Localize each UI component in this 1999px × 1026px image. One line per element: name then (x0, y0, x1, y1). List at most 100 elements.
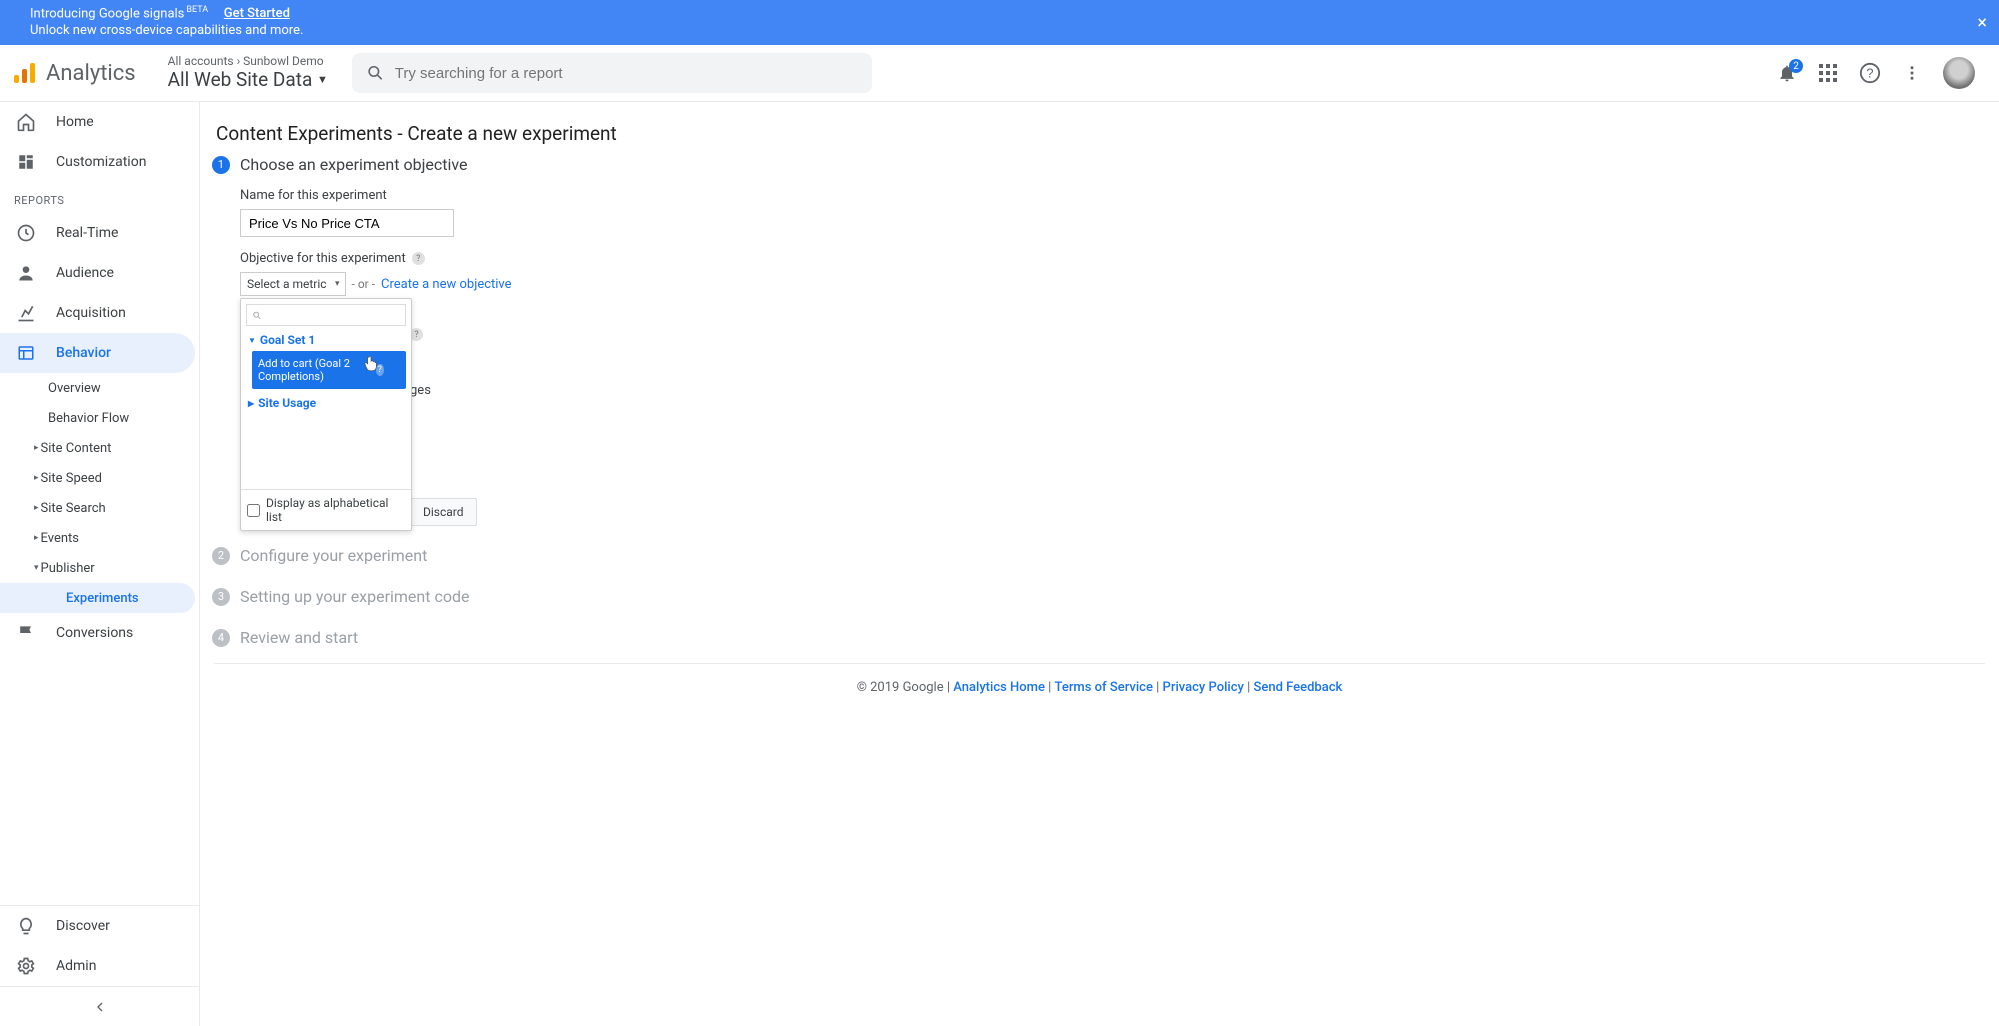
help-icon: ? (1859, 62, 1881, 84)
banner-title: Introducing Google signals (30, 6, 184, 21)
customization-icon (14, 150, 38, 174)
nav-site-search[interactable]: ▸Site Search (0, 493, 195, 523)
nav-discover[interactable]: Discover (0, 906, 195, 946)
nav-behavior-overview[interactable]: Overview (0, 373, 195, 403)
footer-feedback[interactable]: Send Feedback (1254, 680, 1343, 695)
apps-button[interactable] (1819, 64, 1837, 82)
nav-site-content[interactable]: ▸Site Content (0, 433, 195, 463)
step-label-2: Configure your experiment (240, 546, 427, 565)
caret-icon: ▸ (34, 443, 39, 453)
dropdown-group-goalset1[interactable]: ▼Goal Set 1 (246, 329, 406, 351)
dropdown-search[interactable] (246, 304, 406, 326)
step-badge-4: 4 (212, 629, 230, 647)
analytics-logo[interactable]: Analytics (10, 59, 136, 87)
search-icon (252, 310, 262, 321)
footer-privacy[interactable]: Privacy Policy (1163, 680, 1244, 695)
page-title: Content Experiments - Create a new exper… (216, 122, 1985, 145)
step-label-1: Choose an experiment objective (240, 155, 468, 174)
caret-right-icon: ▶ (248, 399, 254, 408)
nav-conversions[interactable]: Conversions (0, 613, 195, 653)
nav-admin[interactable]: Admin (0, 946, 195, 986)
caret-down-icon: ▼ (248, 336, 256, 345)
analytics-logo-icon (10, 59, 38, 87)
caret-icon: ▸ (34, 473, 39, 483)
nav-experiments[interactable]: Experiments (0, 583, 195, 613)
nav-publisher[interactable]: ▾Publisher (0, 553, 195, 583)
step-3[interactable]: 3 Setting up your experiment code (214, 587, 1985, 606)
obscured-text: ges (410, 383, 1985, 398)
nav-audience[interactable]: Audience (0, 253, 195, 293)
step-label-4: Review and start (240, 628, 358, 647)
step-badge-1: 1 (212, 156, 230, 174)
more-menu-button[interactable] (1903, 64, 1921, 82)
footer-analytics-home[interactable]: Analytics Home (953, 680, 1045, 695)
home-icon (14, 110, 38, 134)
alpha-list-label: Display as alphabetical list (266, 496, 405, 524)
caret-icon: ▸ (34, 533, 39, 543)
exp-name-input[interactable] (240, 209, 454, 237)
search-icon (366, 63, 385, 83)
lightbulb-icon (14, 914, 38, 938)
create-objective-link[interactable]: Create a new objective (381, 277, 512, 292)
objective-label: Objective for this experiment ? (240, 251, 1985, 266)
dropdown-group-siteusage[interactable]: ▶Site Usage (246, 392, 406, 414)
nav-customization[interactable]: Customization (0, 142, 195, 182)
banner-close-icon[interactable]: × (1977, 12, 1987, 33)
dropdown-item-add-to-cart[interactable]: Add to cart (Goal 2 Completions) ? (252, 351, 406, 389)
app-header: Analytics All accounts › Sunbowl Demo Al… (0, 45, 1999, 102)
notifications-button[interactable]: 2 (1777, 63, 1797, 83)
behavior-icon (14, 341, 38, 365)
left-nav: Home Customization REPORTS Real-Time Aud… (0, 102, 200, 1026)
main-content: Content Experiments - Create a new exper… (200, 102, 1999, 1026)
apps-grid-icon (1819, 64, 1837, 82)
acquisition-icon (14, 301, 38, 325)
banner-subtitle: Unlock new cross-device capabilities and… (30, 23, 303, 38)
metric-dropdown: ▼Goal Set 1 Add to cart (Goal 2 Completi… (240, 298, 412, 531)
or-text: - or - (352, 277, 376, 291)
banner-get-started-link[interactable]: Get Started (224, 6, 290, 21)
svg-text:?: ? (1866, 66, 1873, 81)
gear-icon (14, 954, 38, 978)
alpha-list-checkbox[interactable] (247, 504, 260, 517)
chevron-left-icon (92, 999, 108, 1015)
cursor-pointer-icon (363, 355, 379, 373)
collapse-sidebar-button[interactable] (0, 986, 199, 1026)
banner-beta-tag: BETA (186, 5, 208, 15)
nav-realtime[interactable]: Real-Time (0, 213, 195, 253)
dropdown-search-input[interactable] (266, 308, 400, 322)
nav-events[interactable]: ▸Events (0, 523, 195, 553)
notification-badge: 2 (1789, 59, 1803, 73)
user-avatar[interactable] (1943, 57, 1975, 89)
global-search[interactable] (352, 53, 872, 93)
step-4[interactable]: 4 Review and start (214, 628, 1985, 647)
search-input[interactable] (395, 65, 858, 82)
more-vert-icon (1903, 64, 1921, 82)
help-icon[interactable]: ? (412, 252, 425, 265)
metric-select[interactable]: Select a metric (240, 272, 346, 296)
exp-name-label: Name for this experiment (240, 188, 1985, 203)
clock-icon (14, 221, 38, 245)
step-badge-3: 3 (212, 588, 230, 606)
nav-site-speed[interactable]: ▸Site Speed (0, 463, 195, 493)
nav-home[interactable]: Home (0, 102, 195, 142)
reports-section-label: REPORTS (0, 182, 199, 213)
flag-icon (14, 621, 38, 645)
page-footer: © 2019 Google | Analytics Home | Terms o… (214, 663, 1985, 695)
account-switcher[interactable]: All accounts › Sunbowl Demo All Web Site… (168, 55, 328, 91)
discard-button[interactable]: Discard (410, 498, 477, 526)
footer-tos[interactable]: Terms of Service (1055, 680, 1153, 695)
caret-icon: ▾ (34, 563, 39, 573)
caret-icon: ▸ (34, 503, 39, 513)
person-icon (14, 261, 38, 285)
analytics-wordmark: Analytics (46, 61, 136, 86)
help-button[interactable]: ? (1859, 62, 1881, 84)
nav-behavior-flow[interactable]: Behavior Flow (0, 403, 195, 433)
signals-banner: Introducing Google signalsBETA Get Start… (0, 0, 1999, 45)
step-1: 1 Choose an experiment objective (214, 155, 1985, 174)
step-label-3: Setting up your experiment code (240, 587, 469, 606)
nav-behavior[interactable]: Behavior (0, 333, 195, 373)
chevron-down-icon: ▼ (317, 73, 328, 86)
nav-acquisition[interactable]: Acquisition (0, 293, 195, 333)
step-2[interactable]: 2 Configure your experiment (214, 546, 1985, 565)
step-badge-2: 2 (212, 547, 230, 565)
